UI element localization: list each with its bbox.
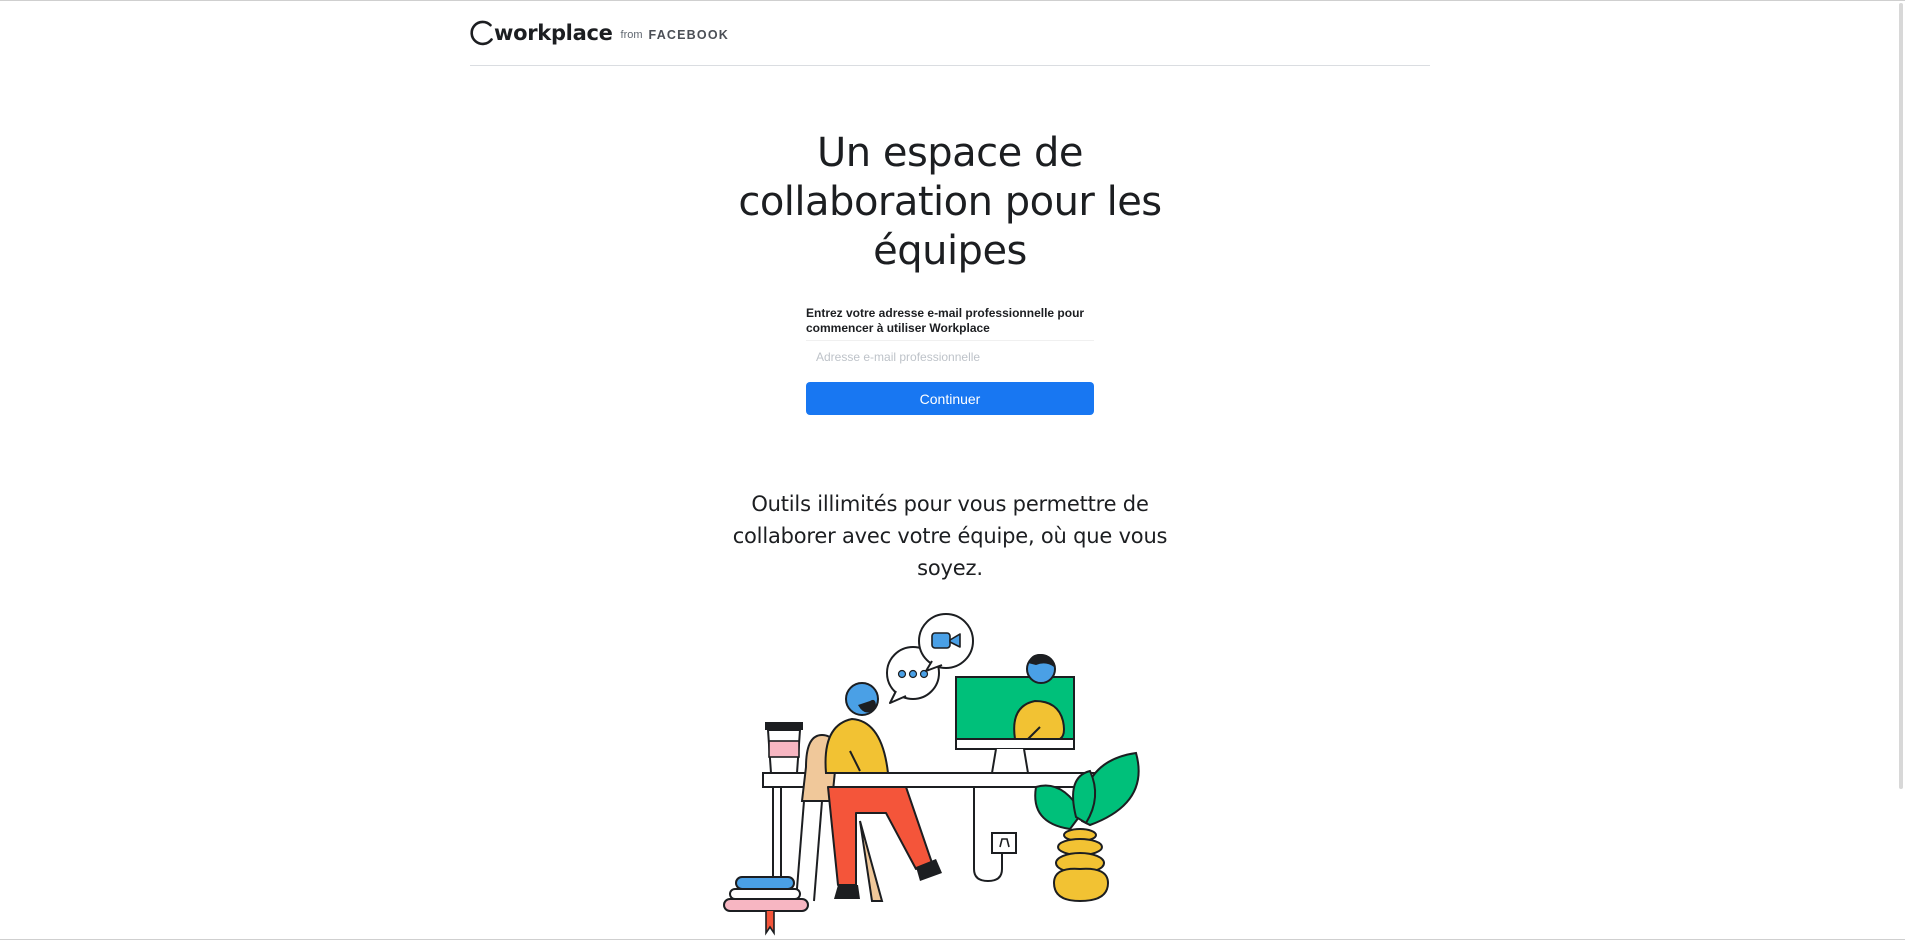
coffee-cup (765, 722, 803, 774)
hero-title-line: Un espace de (816, 130, 1084, 176)
hero-title-line: collaboration pour les (738, 179, 1162, 225)
workplace-logo-icon (470, 20, 493, 46)
site-header: workplace from FACEBOOK (470, 1, 1430, 66)
features-description: Outils illimités pour vous permettre de … (700, 488, 1200, 584)
seated-person (824, 682, 942, 899)
email-field-label: Entrez votre adresse e-mail professionne… (806, 306, 1085, 335)
signup-form: Entrez votre adresse e-mail professionne… (806, 306, 1094, 415)
features-line: Outils illimités pour vous permettre de (751, 492, 1149, 516)
page: workplace from FACEBOOK Un espace de col… (0, 0, 1905, 940)
email-field[interactable] (806, 340, 1094, 372)
logo-wordmark: workplace (494, 21, 613, 45)
workplace-logo-link[interactable]: workplace from FACEBOOK (470, 18, 729, 48)
hero-title: Un espace de collaboration pour les équi… (700, 129, 1200, 276)
logo-from-text: from (620, 28, 643, 41)
team-collaboration-illustration (723, 613, 1140, 936)
book-stack (723, 876, 809, 936)
continue-button[interactable]: Continuer (806, 382, 1094, 415)
page-scrollbar[interactable] (1891, 1, 1905, 940)
hero-title-line: équipes (873, 228, 1027, 274)
features-line: soyez. (917, 556, 983, 580)
scrollbar-thumb[interactable] (1899, 3, 1903, 789)
logo-company-text: FACEBOOK (648, 27, 729, 42)
features-line: collaborer avec votre équipe, où que vou… (732, 524, 1168, 548)
